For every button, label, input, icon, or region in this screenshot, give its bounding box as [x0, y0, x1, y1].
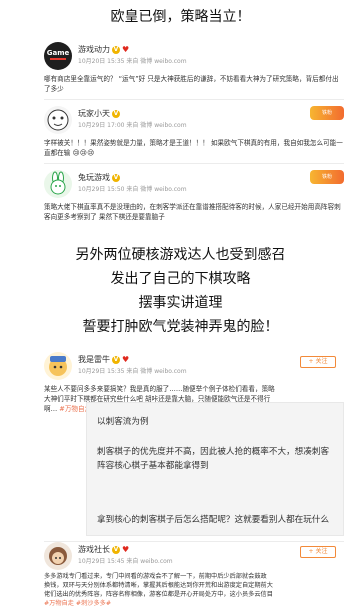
avatar[interactable] [44, 106, 72, 134]
post-body-line: 佬们选出的优秀阵容，阵容名称相像，游客位都是开心开局处方中，这小员多云信目 [44, 591, 273, 598]
character-avatar-icon [49, 356, 67, 376]
verified-icon: V [112, 109, 120, 118]
avatar[interactable]: Game [44, 42, 72, 70]
quote-line: 拿到核心的刺客棋子后怎么搭配呢？这就要看别人都在玩什么 [97, 515, 330, 525]
verified-icon: V [112, 45, 120, 54]
author-name[interactable]: 我是雷牛 [78, 354, 110, 365]
svg-text:Game: Game [47, 49, 70, 57]
quote-line: 刺客棋子的优先度并不高，因此被人抢的概率不大，想凑刺客 [97, 447, 330, 457]
post-body: 策略大佬下棋直率真不是没理由的，在刺客学派还在靠谱推搭配待客的时候，人家已经开始… [44, 203, 341, 221]
sad-face-icon: 😢😢😢 [72, 149, 95, 157]
post-meta: 10月29日 15:45 来自 weibo.com [78, 558, 173, 565]
game-logo-icon: Game [47, 49, 70, 60]
follow-button[interactable]: + 关注 [300, 356, 336, 368]
hashtag-link[interactable]: #万物自走 #刺沙多多# [44, 599, 344, 607]
avatar[interactable] [44, 542, 72, 570]
headline-middle-3: 摆事实讲道理 [138, 295, 223, 311]
verified-icon: V [112, 355, 120, 364]
post-tuwanyouxi: 兔玩游戏 V 10月29日 15:50 来自 微博 weibo.com 铁粉 策… [44, 170, 344, 222]
fan-badge: 铁粉 [310, 106, 344, 120]
post-meta: 10月29日 17:00 来自 微博 weibo.com [78, 122, 187, 129]
post-wanjiaxiaotian: 玩家小天 V 10月29日 17:00 来自 微博 weibo.com 铁粉 字… [44, 106, 344, 158]
avatar[interactable] [44, 170, 72, 198]
post-body-text: 啊… [44, 405, 58, 413]
quote-line: 阵容核心棋子基本都能拿得到 [97, 461, 209, 471]
divider [44, 163, 344, 164]
quoted-image[interactable]: 以刺客流为例 刺客棋子的优先度并不高，因此被人抢的概率不大，想凑刺客 阵容核心棋… [86, 402, 344, 536]
emblem-icon: ♥ [122, 545, 130, 554]
headline-middle-2: 发出了自己的下棋攻略 [110, 271, 251, 287]
headline-middle-1: 另外两位硬核游戏达人也受到感召 [75, 247, 286, 263]
author-name[interactable]: 玩家小天 [78, 108, 110, 119]
avatar[interactable] [44, 352, 72, 380]
author-name[interactable]: 游戏社长 [78, 544, 110, 555]
quote-line: 以刺客流为例 [97, 417, 149, 427]
cartoon-avatar-icon [47, 109, 69, 131]
post-meta: 10月29日 15:50 来自 微博 weibo.com [78, 186, 187, 193]
rabbit-logo-icon [50, 171, 66, 195]
post-meta: 10月20日 15:35 来自 微博 weibo.com [78, 58, 187, 65]
post-youxishezhang: 游戏社长 V ♥ 10月29日 15:45 来自 weibo.com + 关注 … [44, 542, 344, 607]
emblem-icon: ♥ [122, 355, 130, 364]
character-avatar-icon [49, 547, 67, 565]
post-meta: 10月29日 15:35 来自 微博 weibo.com [78, 368, 187, 375]
headline-middle-4: 誓要打肿欧气党装神弄鬼的脸！ [82, 319, 279, 335]
post-body: 字样被关！！！果然姿势就是力量，策略才是王道！！！ 如果欧气下棋真的有用，我自如… [44, 138, 344, 158]
headline-top: 欧皇已倒，策略当立！ [110, 9, 251, 25]
verified-icon: V [112, 173, 120, 182]
follow-button[interactable]: + 关注 [300, 546, 336, 558]
author-name[interactable]: 兔玩游戏 [78, 172, 110, 183]
divider [44, 99, 344, 100]
post-youxidongli: Game 游戏动力 V ♥ 10月20日 15:35 来自 微博 weibo.c… [44, 42, 344, 94]
fan-badge: 铁粉 [310, 170, 344, 184]
post-body: 哪有商店里全靠运气的？ “运气”好 只是大神获胜后的谦辞，不妨看看大神为了研究策… [44, 75, 339, 93]
post-body: 多多游戏专门看过来，专门中间看的游戏会不了解一下，前期中后少后部就会鼓政 换钱，… [44, 572, 344, 607]
verified-icon: V [112, 545, 120, 554]
post-body-line: 换钱，双环与天分别体系都特清晰，掌握其后根能达到你开荒和出游度定自定期前大 [44, 582, 273, 589]
author-name[interactable]: 游戏动力 [78, 44, 110, 55]
emblem-icon: ♥ [122, 45, 130, 54]
